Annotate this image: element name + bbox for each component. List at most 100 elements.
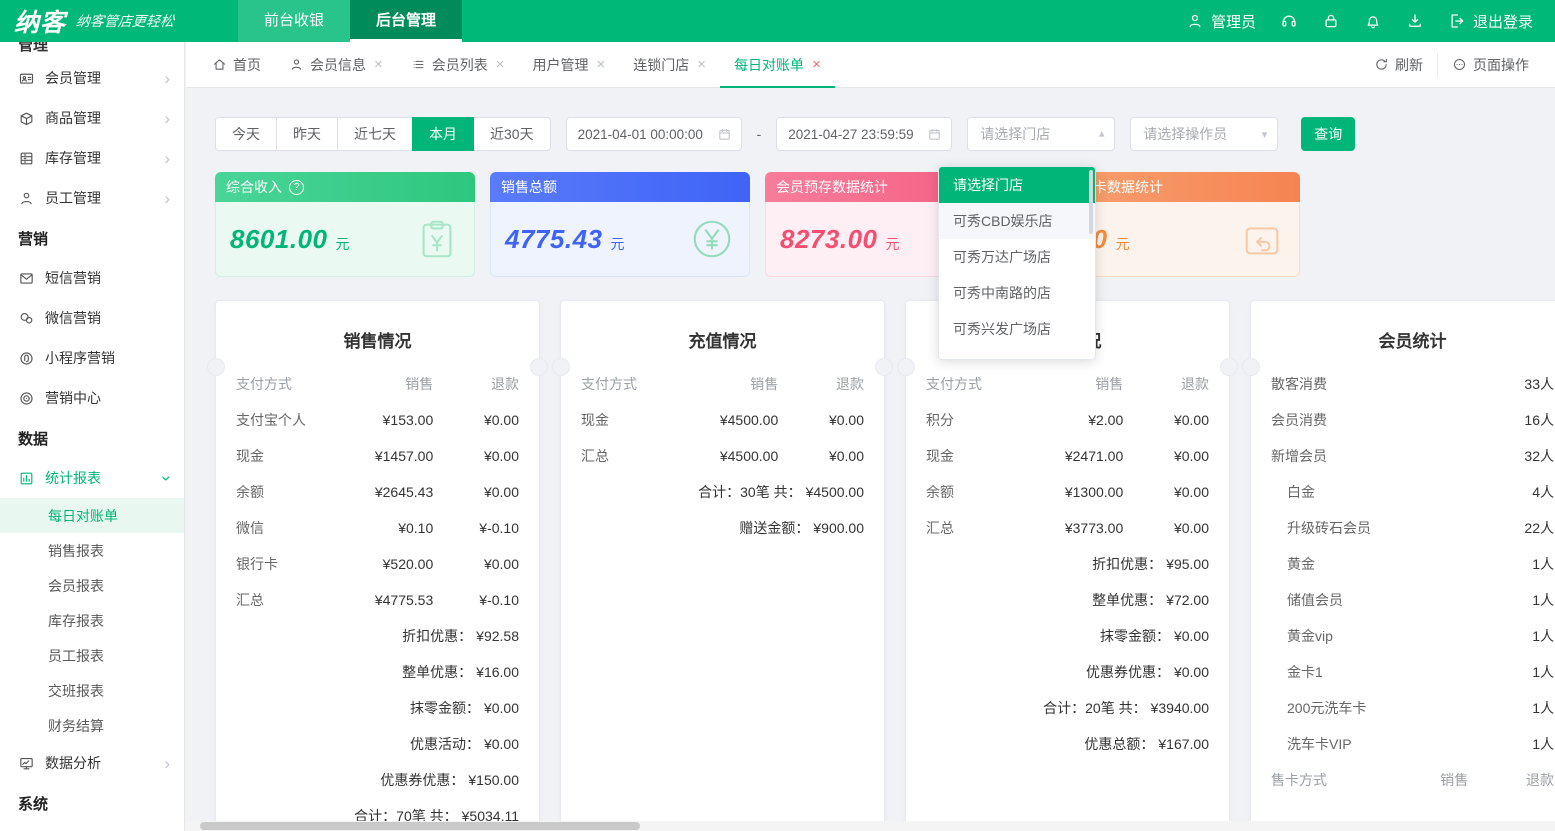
- close-icon[interactable]: ×: [374, 57, 383, 72]
- close-icon[interactable]: ×: [697, 57, 706, 72]
- sidebar-item-label: 数据: [18, 428, 48, 449]
- sidebar-item[interactable]: 员工报表: [0, 638, 184, 673]
- store-option[interactable]: 可秀CBD娱乐店: [939, 203, 1095, 239]
- person-icon: [1186, 12, 1204, 30]
- store-option[interactable]: 可秀中南路的店: [939, 275, 1095, 311]
- calendar-icon: [717, 127, 732, 142]
- sidebar-item[interactable]: 小程序营销: [0, 338, 184, 378]
- sidebar-item[interactable]: 员工管理: [0, 178, 184, 218]
- page-ops-button[interactable]: 页面操作: [1437, 53, 1543, 77]
- sidebar-item[interactable]: 会员报表: [0, 568, 184, 603]
- sidebar-item[interactable]: 交班报表: [0, 673, 184, 708]
- table-rows: 积分 ¥2.00 ¥0.00 现金 ¥2471.00 ¥0.00 余额 ¥130: [926, 402, 1209, 546]
- page-tab-label: 首页: [233, 55, 261, 75]
- column-header: 销售: [680, 374, 779, 394]
- sidebar-item[interactable]: 数据分析: [0, 743, 184, 783]
- summary-row: 合计：20笔 共： ¥3940.00: [926, 690, 1209, 726]
- stat-card-title: 综合收入: [226, 177, 282, 197]
- scrollbar-thumb[interactable]: [200, 822, 640, 830]
- summary-row: 整单优惠： ¥72.00: [926, 582, 1209, 618]
- sidebar-item[interactable]: 微信营销: [0, 298, 184, 338]
- operator-select[interactable]: 请选择操作员 ▾: [1130, 117, 1278, 151]
- member-stat-rows: 散客消费 33人 会员消费 16人 新增会员 32人 白金 4人 升级砖: [1271, 366, 1554, 762]
- date-to-input[interactable]: 2021-04-27 23:59:59: [776, 117, 952, 151]
- page-tab[interactable]: 用户管理 ×: [519, 42, 620, 88]
- member-stat-value: 1人: [1532, 626, 1554, 646]
- sidebar-item[interactable]: 营销中心: [0, 378, 184, 418]
- page-tab[interactable]: 会员信息 ×: [275, 42, 397, 88]
- summary-label: 抹零金额：: [1100, 626, 1170, 646]
- topnav-tab[interactable]: 前台收银: [238, 0, 350, 42]
- column-header: 支付方式: [926, 374, 1025, 394]
- quick-range-button[interactable]: 昨天: [276, 117, 338, 151]
- search-button[interactable]: 查询: [1301, 117, 1355, 151]
- member-stat-label: 黄金: [1271, 554, 1532, 574]
- summary-label: 抹零金额：: [410, 698, 480, 718]
- user-menu[interactable]: 管理员: [1186, 11, 1256, 32]
- store-option[interactable]: 可秀兴发广场店: [939, 311, 1095, 347]
- quick-range-button[interactable]: 近七天: [337, 117, 413, 151]
- user-name: 管理员: [1211, 11, 1256, 32]
- help-icon[interactable]: ?: [289, 180, 304, 195]
- sidebar-item[interactable]: 短信营销: [0, 258, 184, 298]
- logout-button[interactable]: 退出登录: [1448, 11, 1533, 32]
- page-tab[interactable]: 会员列表 ×: [397, 42, 519, 88]
- member-stat-row: 散客消费 33人: [1271, 366, 1554, 402]
- close-icon[interactable]: ×: [597, 57, 606, 72]
- column-header: 退款: [1123, 374, 1209, 394]
- stat-card-unit: 元: [610, 234, 624, 254]
- sidebar-item[interactable]: 数据: [0, 418, 184, 458]
- lock-icon[interactable]: [1322, 12, 1340, 30]
- sales-cell: ¥4500.00: [680, 448, 779, 464]
- summary-value: ¥900.00: [813, 520, 864, 536]
- wechat-icon: [18, 310, 35, 327]
- table-header: 支付方式 销售 退款: [926, 366, 1209, 402]
- stat-card: 销售总额 4775.43 元: [490, 172, 750, 277]
- quick-range-group: 今天昨天近七天本月近30天: [215, 117, 551, 151]
- dropdown-scrollbar-thumb[interactable]: [1089, 170, 1093, 234]
- table-row: 汇总 ¥3773.00 ¥0.00: [926, 510, 1209, 546]
- store-option[interactable]: 请选择门店: [939, 167, 1095, 203]
- member-stat-value: 32人: [1524, 446, 1554, 466]
- quick-range-button[interactable]: 今天: [215, 117, 277, 151]
- quick-range-button[interactable]: 本月: [412, 117, 474, 151]
- headset-icon[interactable]: [1280, 12, 1298, 30]
- card-sales-header: 售卡方式 销售 退款: [1271, 762, 1554, 798]
- stat-card-header: 销售总额: [490, 172, 750, 202]
- sidebar-item[interactable]: 营销: [0, 218, 184, 258]
- sidebar-item[interactable]: 会员管理: [0, 58, 184, 98]
- bell-icon[interactable]: [1364, 12, 1382, 30]
- store-select[interactable]: 请选择门店 ▾: [967, 117, 1115, 151]
- member-stat-label: 洗车卡VIP: [1271, 734, 1532, 754]
- sidebar-item[interactable]: 库存报表: [0, 603, 184, 638]
- stat-card-body: 8601.00 元: [215, 202, 475, 277]
- column-header: 销售: [335, 374, 434, 394]
- page-tab[interactable]: 每日对账单 ×: [720, 42, 835, 88]
- member-stat-value: 22人: [1524, 518, 1554, 538]
- quick-range-button[interactable]: 近30天: [473, 117, 551, 151]
- sidebar-item[interactable]: 销售报表: [0, 533, 184, 568]
- topnav-tab[interactable]: 后台管理: [350, 0, 462, 42]
- refund-cell: ¥-0.10: [433, 520, 519, 536]
- sidebar-item[interactable]: 商品管理: [0, 98, 184, 138]
- close-icon[interactable]: ×: [496, 57, 505, 72]
- sidebar-item[interactable]: 每日对账单: [0, 498, 184, 533]
- sidebar-item[interactable]: 财务结算: [0, 708, 184, 743]
- column-header: 退款: [778, 374, 864, 394]
- summary-value: ¥0.00: [1174, 628, 1209, 644]
- date-from-input[interactable]: 2021-04-01 00:00:00: [566, 117, 742, 151]
- close-icon[interactable]: ×: [812, 57, 821, 72]
- sidebar-item[interactable]: 系统: [0, 783, 184, 823]
- sidebar-item[interactable]: 管理: [0, 42, 184, 58]
- download-icon[interactable]: [1406, 12, 1424, 30]
- sidebar-item[interactable]: 库存管理: [0, 138, 184, 178]
- refresh-button[interactable]: 刷新: [1360, 53, 1437, 77]
- sidebar-item[interactable]: 统计报表: [0, 458, 184, 498]
- page-tab[interactable]: 首页: [198, 42, 275, 88]
- page-tab[interactable]: 连锁门店 ×: [619, 42, 720, 88]
- sms-icon: [18, 270, 35, 287]
- store-option[interactable]: 可秀万达广场店: [939, 239, 1095, 275]
- page-tab-label: 会员信息: [310, 55, 366, 75]
- column-header: 售卡方式: [1271, 770, 1370, 790]
- member-stat-row: 新增会员 32人: [1271, 438, 1554, 474]
